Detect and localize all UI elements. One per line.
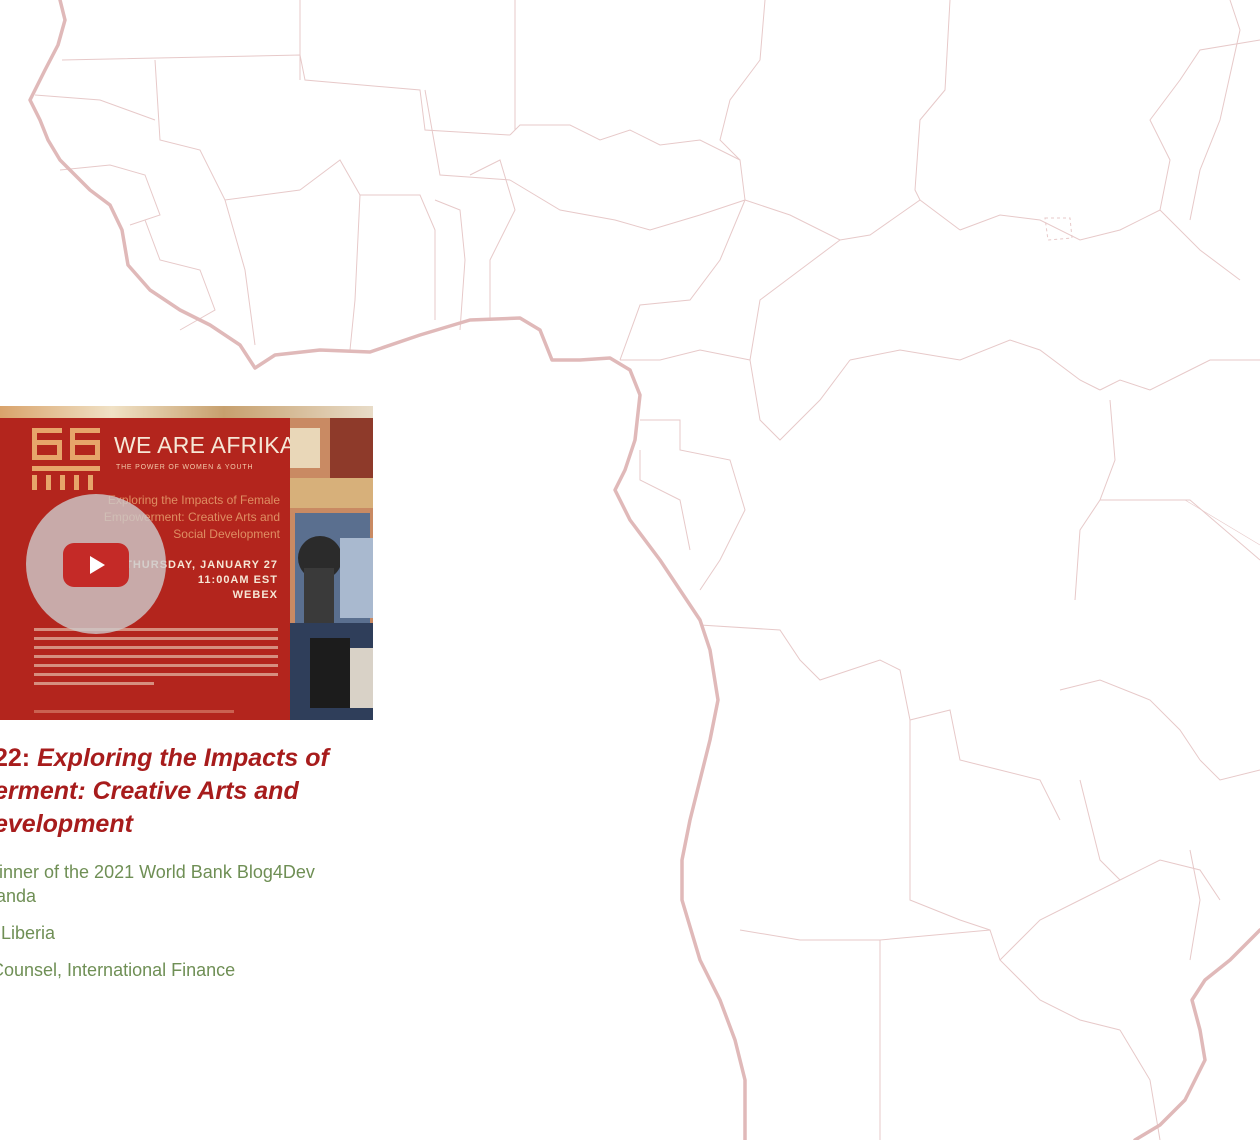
speaker-item: Counsel, International Finance: [0, 958, 386, 982]
event-title-line-1: Exploring the Impacts of: [37, 744, 329, 772]
speaker-text: winner of the 2021 World Bank Blog4Dev: [0, 862, 315, 882]
video-thumbnail[interactable]: WE ARE AFRIKA THE POWER OF WOMEN & YOUTH…: [0, 406, 373, 720]
event-title: 22: Exploring the Impacts of erment: Cre…: [0, 742, 374, 841]
artwork-strip: [0, 406, 373, 418]
speaker-text: ganda: [0, 886, 37, 906]
event-title-line-2: erment: Creative Arts and: [0, 777, 299, 805]
speaker-item: n Liberia: [0, 921, 386, 945]
youtube-play-icon[interactable]: [63, 543, 129, 587]
play-triangle-icon: [90, 556, 105, 574]
speaker-text: n Liberia: [0, 923, 56, 943]
thumbnail-title: WE ARE AFRIKA: [114, 432, 296, 458]
thumbnail-description-lines: [34, 628, 278, 685]
event-logo-icon: [32, 428, 100, 490]
speaker-item: winner of the 2021 World Bank Blog4Dev g…: [0, 860, 386, 908]
event-title-line-3: evelopment: [0, 810, 133, 838]
thumbnail-footer-text: [34, 710, 234, 713]
artwork-image: [290, 418, 373, 720]
event-title-prefix: 22:: [0, 744, 31, 772]
speaker-text: Counsel, International Finance: [0, 960, 236, 980]
speaker-list: winner of the 2021 World Bank Blog4Dev g…: [0, 860, 386, 995]
thumbnail-subtitle: THE POWER OF WOMEN & YOUTH: [116, 464, 254, 471]
play-overlay[interactable]: [26, 494, 166, 634]
